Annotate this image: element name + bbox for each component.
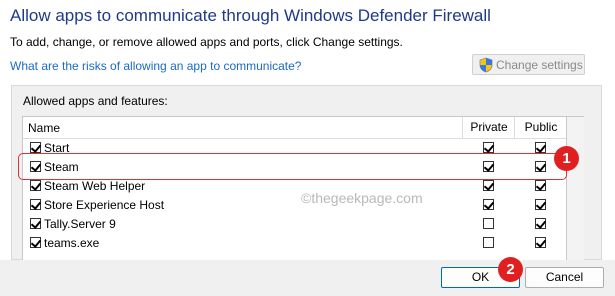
- allowed-apps-label: Allowed apps and features:: [23, 94, 168, 108]
- app-enabled-checkbox-box[interactable]: [30, 218, 41, 229]
- risks-link[interactable]: What are the risks of allowing an app to…: [10, 59, 301, 73]
- list-item[interactable]: teams.exe: [23, 234, 566, 253]
- app-name: Store Experience Host: [44, 198, 165, 212]
- private-checkbox[interactable]: [483, 237, 494, 248]
- app-name: teams.exe: [44, 236, 100, 250]
- list-header: Name Private Public: [23, 117, 566, 139]
- public-checkbox-box[interactable]: [535, 237, 546, 248]
- dialog-footer: [0, 260, 615, 296]
- list-item[interactable]: Store Experience Host: [23, 196, 566, 215]
- app-enabled-checkbox-box[interactable]: [30, 199, 41, 210]
- public-checkbox[interactable]: [535, 218, 546, 229]
- app-name: Tally.Server 9: [44, 217, 116, 231]
- app-enabled-checkbox[interactable]: [30, 180, 41, 191]
- public-checkbox[interactable]: [535, 237, 546, 248]
- public-checkbox-box[interactable]: [535, 199, 546, 210]
- private-checkbox[interactable]: [483, 199, 494, 210]
- private-checkbox[interactable]: [483, 142, 494, 153]
- app-enabled-checkbox[interactable]: [30, 142, 41, 153]
- public-checkbox[interactable]: [535, 199, 546, 210]
- change-settings-label: Change settings: [496, 57, 583, 72]
- app-enabled-checkbox-box[interactable]: [30, 180, 41, 191]
- column-header-private[interactable]: Private: [462, 117, 515, 138]
- app-enabled-checkbox-box[interactable]: [30, 237, 41, 248]
- change-settings-button: Change settings: [472, 54, 585, 75]
- app-enabled-checkbox-box[interactable]: [30, 142, 41, 153]
- dialog-subtitle: To add, change, or remove allowed apps a…: [10, 35, 403, 49]
- column-header-name[interactable]: Name: [28, 121, 60, 135]
- private-checkbox[interactable]: [483, 180, 494, 191]
- public-checkbox-box[interactable]: [535, 180, 546, 191]
- private-checkbox-box[interactable]: [483, 199, 494, 210]
- public-checkbox-box[interactable]: [535, 218, 546, 229]
- public-checkbox[interactable]: [535, 180, 546, 191]
- steam-row-highlight: [18, 153, 567, 180]
- step-badge-1: 1: [554, 146, 579, 171]
- allowed-apps-list: Name Private Public Start Steam Steam Web …: [22, 116, 567, 260]
- watermark: ©thegeekpage.com: [301, 190, 423, 206]
- step-badge-2: 2: [498, 257, 523, 282]
- dialog-title: Allow apps to communicate through Window…: [10, 6, 491, 25]
- private-checkbox-box[interactable]: [483, 218, 494, 229]
- list-scrollbar[interactable]: [567, 116, 584, 260]
- column-header-public[interactable]: Public: [514, 117, 566, 138]
- private-checkbox-box[interactable]: [483, 237, 494, 248]
- list-item[interactable]: Tally.Server 9: [23, 215, 566, 234]
- private-checkbox-box[interactable]: [483, 180, 494, 191]
- shield-icon: [479, 57, 493, 72]
- cancel-button[interactable]: Cancel: [525, 267, 604, 288]
- app-enabled-checkbox[interactable]: [30, 199, 41, 210]
- public-checkbox-box[interactable]: [535, 142, 546, 153]
- app-name: Steam Web Helper: [44, 179, 146, 193]
- private-checkbox[interactable]: [483, 218, 494, 229]
- app-enabled-checkbox[interactable]: [30, 218, 41, 229]
- app-enabled-checkbox[interactable]: [30, 237, 41, 248]
- private-checkbox-box[interactable]: [483, 142, 494, 153]
- public-checkbox[interactable]: [535, 142, 546, 153]
